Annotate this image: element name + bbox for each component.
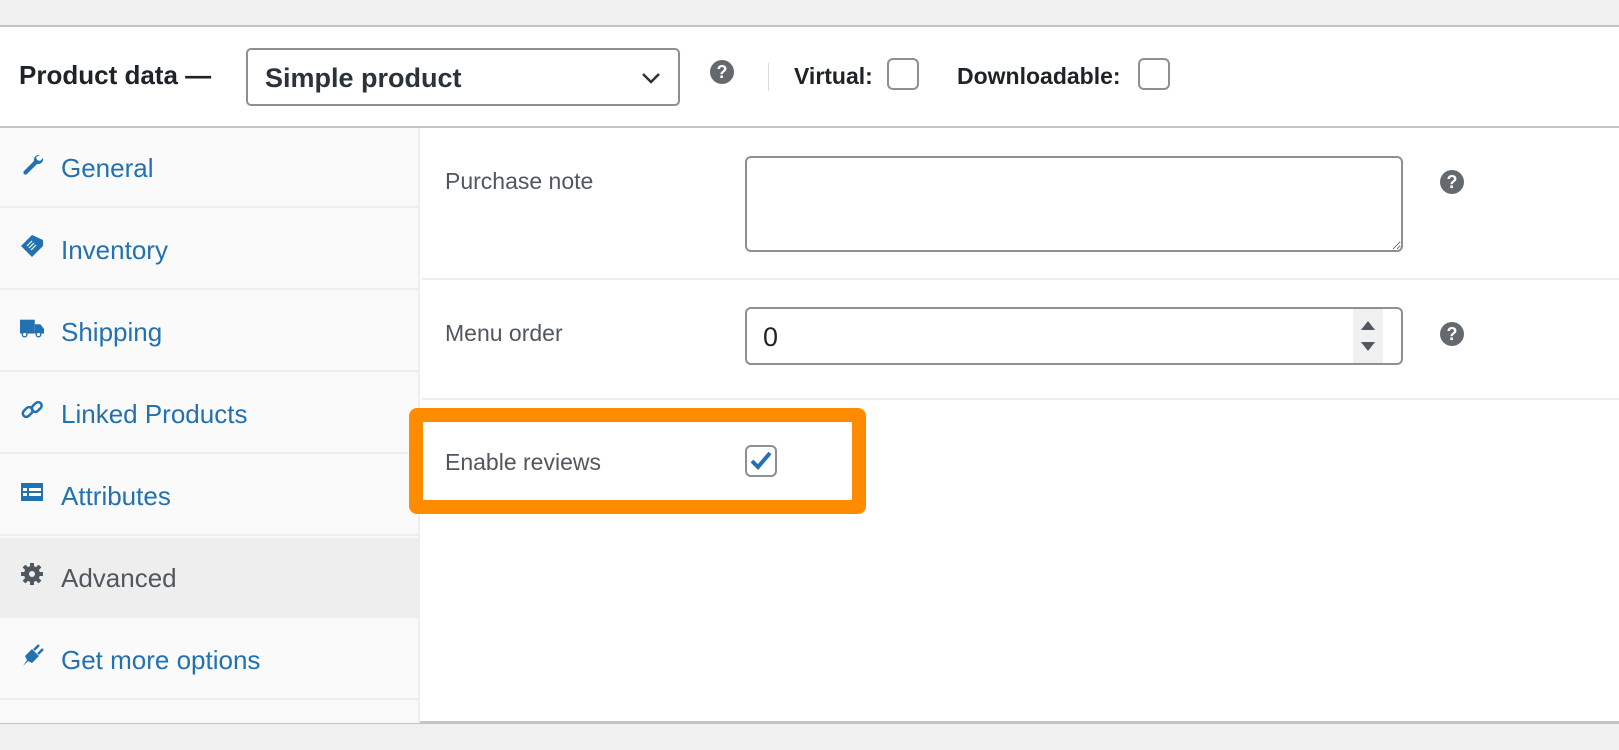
truck-icon <box>20 319 44 338</box>
divider <box>768 63 769 91</box>
enable-reviews-highlight-box <box>409 408 866 514</box>
menu-order-stepper[interactable] <box>1353 309 1383 363</box>
menu-order-input[interactable]: 0 <box>745 307 1403 365</box>
product-data-tabs: General Inventory Shipping Linked Produc… <box>0 128 420 723</box>
product-type-help-icon[interactable]: ? <box>710 60 734 84</box>
menu-order-label: Menu order <box>445 320 563 346</box>
purchase-note-label: Purchase note <box>445 168 594 194</box>
purchase-note-row: Purchase note ? <box>422 128 1619 280</box>
gear-icon <box>21 563 43 585</box>
tab-shipping[interactable]: Shipping <box>0 292 418 372</box>
tab-linked-products[interactable]: Linked Products <box>0 374 418 454</box>
plug-icon <box>23 644 44 666</box>
product-data-header: Product data — Simple product ? Virtual:… <box>0 27 1619 128</box>
tab-advanced[interactable]: Advanced <box>0 538 418 618</box>
wrench-icon <box>23 154 44 175</box>
tab-inventory[interactable]: Inventory <box>0 210 418 290</box>
menu-order-help-icon[interactable]: ? <box>1440 322 1464 346</box>
chevron-down-icon <box>642 73 660 84</box>
menu-order-row: Menu order 0 ? <box>422 280 1619 400</box>
decrement-arrow-icon[interactable] <box>1361 342 1375 351</box>
tag-icon <box>21 235 43 257</box>
product-data-panel: Product data — Simple product ? Virtual:… <box>0 25 1619 724</box>
virtual-label: Virtual: <box>794 63 873 89</box>
list-icon <box>21 483 43 501</box>
purchase-note-textarea[interactable] <box>745 156 1403 252</box>
panel-title: Product data — <box>19 60 212 90</box>
tab-attributes[interactable]: Attributes <box>0 456 418 536</box>
tab-general[interactable]: General <box>0 128 418 208</box>
increment-arrow-icon[interactable] <box>1361 321 1375 330</box>
tab-get-more-options[interactable]: Get more options <box>0 620 418 700</box>
purchase-note-help-icon[interactable]: ? <box>1440 170 1464 194</box>
product-type-select[interactable]: Simple product <box>246 48 680 106</box>
downloadable-label: Downloadable: <box>957 63 1121 89</box>
product-type-value: Simple product <box>265 63 462 93</box>
virtual-checkbox[interactable] <box>887 58 919 90</box>
downloadable-checkbox[interactable] <box>1138 58 1170 90</box>
link-icon <box>21 400 43 419</box>
